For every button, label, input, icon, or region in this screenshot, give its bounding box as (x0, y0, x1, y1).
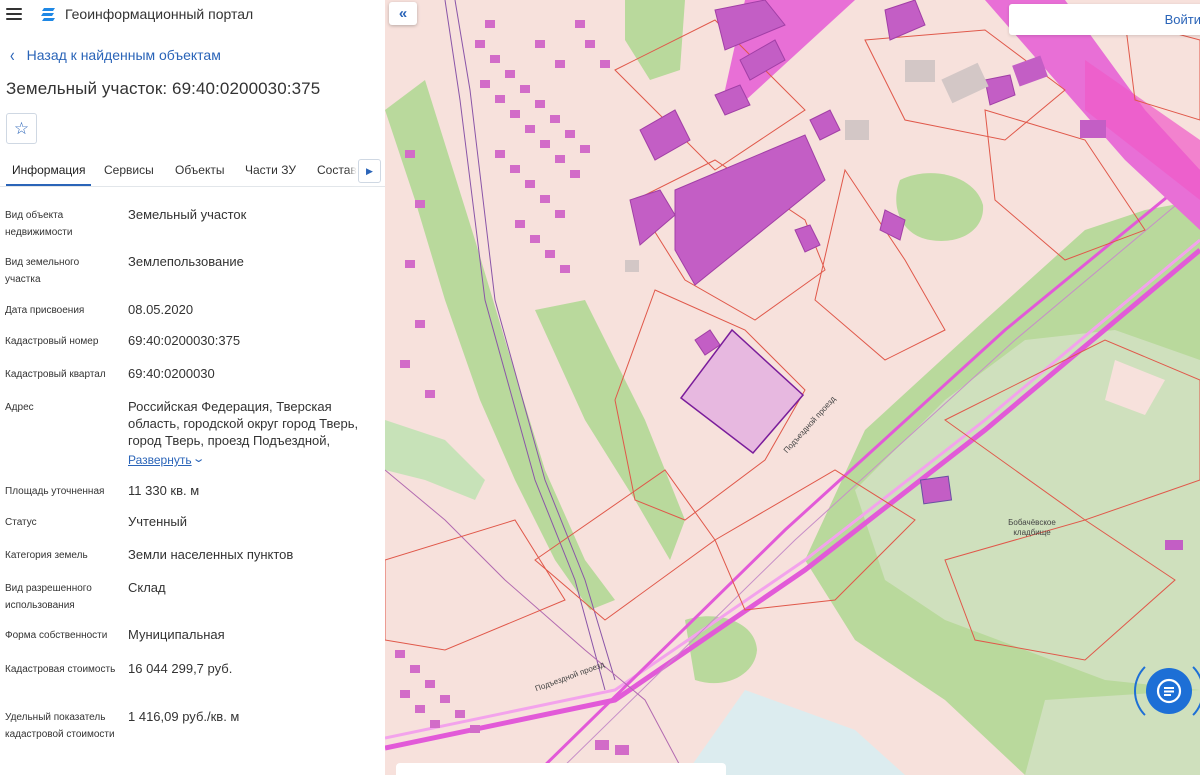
map-canvas[interactable] (385, 0, 1200, 775)
tab-information[interactable]: Информация (5, 163, 93, 186)
expand-address-link[interactable]: Развернуть (128, 453, 192, 467)
field-value-ownership: Муниципальная (128, 627, 225, 642)
chevron-right-icon: ▶ (366, 165, 373, 176)
favorite-button[interactable]: ☆ (6, 113, 37, 144)
map-bottom-toolbar[interactable] (396, 763, 726, 775)
field-label-permitted-use: Вид разрешенного использования (5, 583, 92, 611)
field-label-object-type: Вид объекта недвижимости (5, 210, 73, 238)
collapse-panel-button[interactable]: « (389, 2, 417, 25)
login-area: Войти (1009, 4, 1200, 35)
chevron-left-icon: ‹ (10, 44, 15, 66)
field-value-cad-number: 69:40:0200030:375 (128, 333, 241, 348)
field-label-address: Адрес (5, 402, 34, 413)
field-value-land-type: Землепользование (128, 254, 244, 269)
tabs-scroll-right-button[interactable]: ▶ (358, 159, 381, 183)
menu-icon[interactable] (6, 8, 22, 20)
back-link[interactable]: ‹ Назад к найденным объектам (10, 44, 221, 66)
tab-composition[interactable]: Состав (317, 163, 357, 177)
field-label-date: Дата присвоения (5, 305, 85, 316)
field-value-category: Земли населенных пунктов (128, 547, 294, 562)
chat-button[interactable] (1146, 668, 1192, 714)
chevron-down-icon[interactable]: ⌄ (192, 452, 206, 465)
field-label-cad-value: Кадастровая стоимость (5, 664, 116, 675)
field-label-cad-block: Кадастровый квартал (5, 369, 106, 380)
field-value-cad-block: 69:40:0200030 (128, 366, 215, 381)
field-value-specific-value: 1 416,09 руб./кв. м (128, 709, 240, 724)
login-button[interactable]: Войти (1165, 12, 1200, 27)
field-label-category: Категория земель (5, 550, 88, 561)
field-value-permitted-use: Склад (128, 580, 166, 595)
field-value-date: 08.05.2020 (128, 302, 194, 317)
field-label-area: Площадь уточненная (5, 486, 105, 497)
field-label-ownership: Форма собственности (5, 630, 108, 641)
field-label-land-type: Вид земельного участка (5, 257, 80, 285)
field-value-cad-value: 16 044 299,7 руб. (128, 661, 233, 676)
info-panel: Геоинформационный портал ‹ Назад к найде… (0, 0, 385, 775)
double-chevron-left-icon: « (398, 5, 408, 22)
tab-parts[interactable]: Части ЗУ (245, 163, 296, 177)
tab-bar: Информация Сервисы Объекты Части ЗУ Сост… (0, 155, 385, 187)
field-label-cad-number: Кадастровый номер (5, 336, 99, 347)
tab-services[interactable]: Сервисы (104, 163, 154, 177)
field-value-area: 11 330 кв. м (128, 483, 200, 498)
back-link-label: Назад к найденным объектам (26, 47, 221, 63)
field-value-object-type: Земельный участок (128, 207, 247, 222)
portal-logo-icon (41, 7, 55, 21)
field-label-specific-value: Удельный показатель кадастровой стоимост… (5, 712, 115, 740)
app-title: Геоинформационный портал (65, 6, 254, 22)
map-view[interactable]: Бобачёвское кладбище Подъездной проезд П… (385, 0, 1200, 775)
field-value-status: Учтенный (128, 514, 188, 529)
star-icon: ☆ (13, 118, 30, 138)
map-label-cemetery: Бобачёвское кладбище (1008, 518, 1056, 537)
field-value-address: Российская Федерация, Тверская область, … (128, 399, 359, 448)
top-bar: Геоинформационный портал (0, 0, 385, 28)
chat-icon (1156, 678, 1182, 704)
tab-objects[interactable]: Объекты (175, 163, 225, 177)
field-label-status: Статус (5, 517, 37, 528)
page-title: Земельный участок: 69:40:0200030:375 (6, 79, 321, 98)
